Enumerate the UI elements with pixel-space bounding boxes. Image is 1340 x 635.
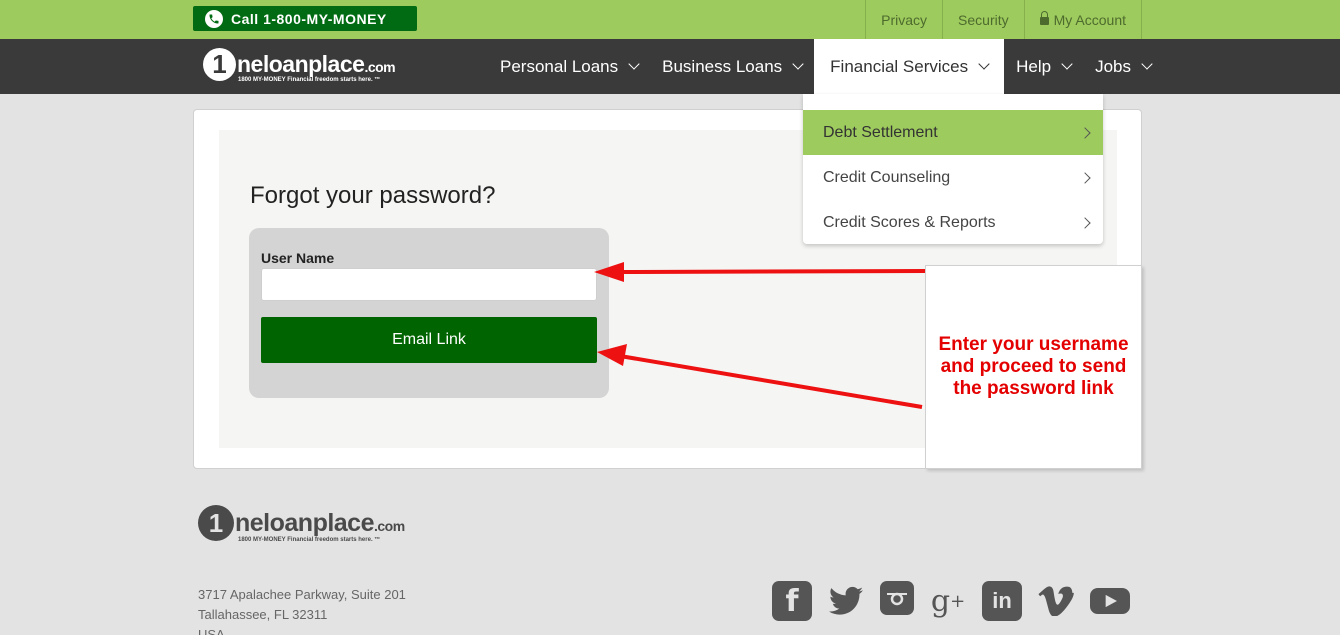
nav-label: Help <box>1016 56 1052 76</box>
nav-help[interactable]: Help <box>1004 39 1083 94</box>
phone-icon <box>205 9 223 28</box>
instagram-icon[interactable] <box>880 581 914 615</box>
chevron-down-icon <box>1061 58 1073 70</box>
chevron-down-icon <box>792 58 804 70</box>
menu-item-label: Debt Settlement <box>823 123 938 141</box>
chevron-down-icon <box>978 58 990 70</box>
google-plus-icon[interactable]: g + <box>928 581 968 621</box>
twitter-icon[interactable] <box>826 581 866 621</box>
facebook-icon[interactable]: f <box>772 581 812 621</box>
vimeo-icon[interactable] <box>1036 581 1076 621</box>
chevron-down-icon <box>1141 58 1153 70</box>
page-title: Forgot your password? <box>250 182 496 209</box>
footer-address: 3717 Apalachee Parkway, Suite 201 Tallah… <box>198 585 406 635</box>
username-input[interactable] <box>261 268 597 301</box>
menu-item-label: Credit Counseling <box>823 168 951 186</box>
footer-logo-tagline: 1800 MY-MONEY Financial freedom starts h… <box>238 537 381 543</box>
annotation-note: Enter your username and proceed to send … <box>925 265 1142 469</box>
logo[interactable]: 1 neloanplace.com 1800 MY-MONEY Financia… <box>203 48 396 83</box>
menu-item-credit-scores[interactable]: Credit Scores & Reports <box>803 200 1103 245</box>
address-line: Tallahassee, FL 32311 <box>198 607 328 622</box>
logo-name: neloanplace <box>237 51 365 77</box>
nav-personal-loans[interactable]: Personal Loans <box>488 39 650 94</box>
logo-one-mark: 1 <box>203 48 236 81</box>
call-button[interactable]: Call 1-800-MY-MONEY <box>193 6 417 31</box>
email-link-button[interactable]: Email Link <box>261 317 597 363</box>
nav-business-loans[interactable]: Business Loans <box>650 39 814 94</box>
nav-label: Financial Services <box>830 56 969 76</box>
menu-item-credit-counseling[interactable]: Credit Counseling <box>803 155 1103 200</box>
youtube-icon[interactable] <box>1090 581 1130 621</box>
nav-financial-services[interactable]: Financial Services <box>814 39 1005 94</box>
top-bar: Call 1-800-MY-MONEY Privacy Security My … <box>0 0 1340 39</box>
lock-icon <box>1039 10 1049 25</box>
security-link[interactable]: Security <box>942 0 1024 39</box>
nav-jobs[interactable]: Jobs <box>1083 39 1163 94</box>
main-navbar: 1 neloanplace.com 1800 MY-MONEY Financia… <box>0 39 1340 94</box>
address-line: 3717 Apalachee Parkway, Suite 201 <box>198 587 406 602</box>
social-links: f g + in <box>772 581 1130 621</box>
linkedin-icon[interactable]: in <box>982 581 1022 621</box>
footer-logo-domain: .com <box>374 517 405 534</box>
menu-item-debt-settlement[interactable]: Debt Settlement <box>803 110 1103 155</box>
nav-label: Personal Loans <box>500 56 619 76</box>
forgot-password-form: User Name Email Link <box>249 228 609 398</box>
chevron-right-icon <box>1079 171 1091 184</box>
footer-logo-name: neloanplace <box>235 508 375 537</box>
nav-label: Business Loans <box>662 56 783 76</box>
chevron-right-icon <box>1079 126 1091 139</box>
nav-label: Jobs <box>1095 56 1132 76</box>
chevron-down-icon <box>628 58 640 70</box>
address-line: USA <box>198 627 225 635</box>
logo-tagline: 1800 MY-MONEY Financial freedom starts h… <box>238 77 381 83</box>
my-account-label: My Account <box>1053 11 1126 28</box>
username-label: User Name <box>261 250 335 266</box>
chevron-right-icon <box>1079 216 1091 229</box>
main-nav: Personal Loans Business Loans Financial … <box>488 39 1163 94</box>
top-links: Privacy Security My Account <box>865 0 1142 39</box>
financial-services-dropdown: Debt Settlement Credit Counseling Credit… <box>803 94 1103 244</box>
footer-logo[interactable]: 1 neloanplace.com 1800 MY-MONEY Financia… <box>198 505 405 543</box>
privacy-link[interactable]: Privacy <box>865 0 942 39</box>
my-account-link[interactable]: My Account <box>1023 0 1142 39</box>
call-label: Call 1-800-MY-MONEY <box>231 10 387 27</box>
footer-logo-one-mark: 1 <box>198 505 234 541</box>
menu-item-label: Credit Scores & Reports <box>823 213 996 231</box>
logo-domain: .com <box>364 59 396 75</box>
